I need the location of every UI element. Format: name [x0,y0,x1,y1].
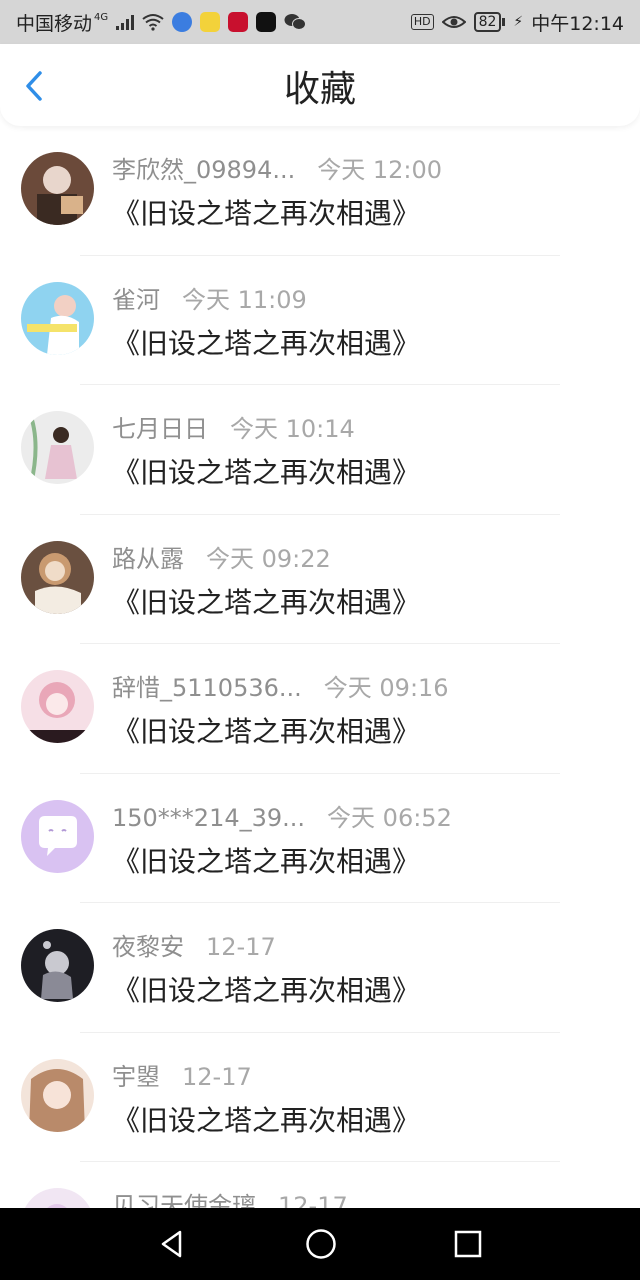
network-label: 4G [94,11,109,23]
list-item[interactable]: 雀河 今天 11:09 《旧设之塔之再次相遇》 [0,256,640,385]
avatar[interactable] [21,799,94,873]
timestamp: 12-17 [278,1192,348,1208]
user-name: 雀河 [112,285,160,314]
work-title: 《旧设之塔之再次相遇》 [112,197,421,230]
item-meta: 150***214_39... 今天 06:52 [112,798,452,833]
work-title: 《旧设之塔之再次相遇》 [112,326,421,360]
list-item[interactable]: 七月日日 今天 10:14 《旧设之塔之再次相遇》 [0,385,640,515]
page-title: 收藏 [283,69,356,110]
shop-app-icon [228,12,249,32]
list-item[interactable]: 辞惜_5110536... 今天 09:16 《旧设之塔之再次相遇》 [0,644,640,774]
eye-icon [441,16,466,28]
item-meta: 李欣然_09894... 今天 12:00 [112,150,442,185]
browser-app-icon [172,12,193,32]
hd-icon: HD [410,14,434,30]
list-item[interactable]: 见习天使金璃 12-17 [0,1162,640,1208]
work-title: 《旧设之塔之再次相遇》 [112,456,421,489]
timestamp: 12-17 [182,1062,252,1091]
back-triangle-icon[interactable] [158,1229,188,1259]
carrier-label: 中国移动 [16,12,93,35]
work-title: 《旧设之塔之再次相遇》 [112,715,421,748]
item-meta: 夜黎安 12-17 [112,927,276,962]
header: 收藏 [0,44,640,126]
status-bar: 中国移动 4G HD 82 ⚡ 中午12:14 [0,0,640,44]
battery-level: 82 [473,12,502,32]
wifi-icon [142,14,164,31]
item-meta: 宇曌 12-17 [112,1057,252,1092]
user-name: 见习天使金璃 [112,1192,256,1208]
user-name: 路从露 [112,544,184,573]
timestamp: 今天 12:00 [317,156,443,184]
avatar[interactable] [21,540,94,614]
timestamp: 12-17 [206,933,276,961]
work-title: 《旧设之塔之再次相遇》 [112,1103,421,1137]
avatar[interactable] [21,670,94,743]
work-title: 《旧设之塔之再次相遇》 [112,844,421,878]
item-meta: 辞惜_5110536... 今天 09:16 [112,668,449,703]
work-title: 《旧设之塔之再次相遇》 [112,974,421,1007]
timestamp: 今天 09:22 [206,544,331,573]
list-item[interactable]: 150***214_39... 今天 06:52 《旧设之塔之再次相遇》 [0,774,640,903]
timestamp: 今天 06:52 [327,803,452,832]
item-meta: 见习天使金璃 12-17 [112,1186,348,1208]
user-name: 宇曌 [112,1062,160,1091]
wechat-icon [284,14,307,30]
avatar[interactable] [21,411,94,484]
user-name: 辞惜_5110536... [112,674,302,702]
timestamp: 今天 11:09 [182,285,307,314]
list-item[interactable]: 夜黎安 12-17 《旧设之塔之再次相遇》 [0,903,640,1033]
list-item[interactable]: 路从露 今天 09:22 《旧设之塔之再次相遇》 [0,515,640,644]
avatar[interactable] [21,1188,94,1208]
home-circle-icon[interactable] [305,1228,337,1260]
system-nav-bar [0,1208,640,1280]
list-item[interactable]: 宇曌 12-17 《旧设之塔之再次相遇》 [0,1033,640,1162]
signal-icon [116,14,135,30]
user-name: 七月日日 [112,415,208,443]
avatar[interactable] [21,281,94,355]
charging-icon: ⚡ [513,14,524,30]
favorites-list[interactable]: 李欣然_09894... 今天 12:00 《旧设之塔之再次相遇》 雀河 今天 11… [0,126,640,1208]
item-meta: 雀河 今天 11:09 [112,280,307,315]
recents-square-icon[interactable] [454,1230,482,1258]
clock: 中午12:14 [531,12,624,35]
timestamp: 今天 09:16 [323,674,449,702]
tiktok-app-icon [256,12,277,32]
battery-icon: 82 [473,12,506,32]
work-title: 《旧设之塔之再次相遇》 [112,585,421,619]
avatar[interactable] [21,1058,94,1132]
item-meta: 七月日日 今天 10:14 [112,409,355,444]
user-name: 150***214_39... [112,803,306,832]
timestamp: 今天 10:14 [230,415,355,443]
avatar[interactable] [21,152,94,225]
item-meta: 路从露 今天 09:22 [112,539,331,574]
chat-bubble-icon [21,799,94,873]
list-item[interactable]: 李欣然_09894... 今天 12:00 《旧设之塔之再次相遇》 [0,126,640,256]
avatar[interactable] [21,929,94,1002]
user-name: 夜黎安 [112,933,184,961]
chat-app-icon [200,12,221,32]
user-name: 李欣然_09894... [112,156,296,184]
